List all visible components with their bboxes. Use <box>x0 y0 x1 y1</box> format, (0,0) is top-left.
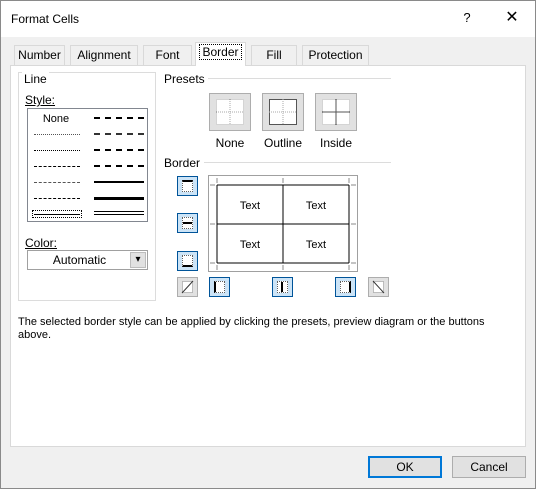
color-dropdown[interactable]: Automatic ▾ <box>27 250 148 270</box>
line-style-medium[interactable] <box>94 181 144 183</box>
style-label: Style: <box>25 93 56 107</box>
line-style-slant-dash-dot[interactable] <box>94 133 144 135</box>
preview-cell-text: Text <box>305 200 327 212</box>
border-left-button[interactable] <box>209 277 230 297</box>
preset-none-icon <box>216 99 244 125</box>
border-diagonal-down-button[interactable] <box>368 277 389 297</box>
border-top-icon <box>182 180 193 192</box>
border-inside-horizontal-icon <box>182 217 193 229</box>
border-inside-vertical-icon <box>277 281 288 293</box>
line-style-dash-dot-dot[interactable] <box>34 166 80 167</box>
line-style-dash-dot[interactable] <box>34 182 80 183</box>
line-style-dashed[interactable] <box>34 198 80 199</box>
preset-none-button[interactable] <box>209 93 251 131</box>
preset-outline-button[interactable] <box>262 93 304 131</box>
preset-inside-icon <box>322 99 350 125</box>
preview-cell-text: Text <box>239 239 261 251</box>
border-bottom-button[interactable] <box>177 251 198 271</box>
preset-inside-button[interactable] <box>315 93 357 131</box>
line-style-thin <box>34 214 80 215</box>
chevron-down-icon[interactable]: ▾ <box>130 252 146 268</box>
border-separator <box>204 162 391 163</box>
line-style-medium-dash-dot[interactable] <box>94 149 144 151</box>
border-right-button[interactable] <box>335 277 356 297</box>
preset-outline-icon <box>269 99 297 125</box>
border-description: The selected border style can be applied… <box>18 316 485 341</box>
line-style-medium-dashed[interactable] <box>94 165 144 167</box>
border-inside-horizontal-button[interactable] <box>177 213 198 233</box>
cancel-button[interactable]: Cancel <box>452 456 526 478</box>
line-style-list[interactable]: None <box>27 108 148 222</box>
line-group-legend: Line <box>22 72 49 86</box>
line-style-dotted[interactable] <box>34 150 80 151</box>
border-preview[interactable]: Text Text Text Text <box>208 175 358 272</box>
diagonal-up-icon <box>181 280 194 294</box>
preview-grid <box>210 178 356 270</box>
border-right-icon <box>340 281 351 293</box>
preset-none-label: None <box>215 136 245 150</box>
preview-cell-text: Text <box>305 239 327 251</box>
preset-inside-label: Inside <box>319 136 353 150</box>
preview-cell-text: Text <box>239 200 261 212</box>
border-left-icon <box>214 281 225 293</box>
border-top-button[interactable] <box>177 176 198 196</box>
line-style-hair[interactable] <box>34 134 80 135</box>
border-diagonal-up-button[interactable] <box>177 277 198 297</box>
ok-button[interactable]: OK <box>368 456 442 478</box>
border-bottom-icon <box>182 255 193 267</box>
line-style-medium-dash-dot-dot[interactable] <box>94 117 144 119</box>
line-style-none[interactable]: None <box>34 112 78 126</box>
line-style-thick[interactable] <box>94 197 144 200</box>
color-label: Color: <box>25 236 58 250</box>
presets-legend: Presets <box>164 72 205 86</box>
presets-separator <box>208 78 391 79</box>
color-dropdown-value: Automatic <box>52 253 107 267</box>
line-style-double[interactable] <box>94 211 144 215</box>
border-inside-vertical-button[interactable] <box>272 277 293 297</box>
border-legend: Border <box>164 156 201 170</box>
preset-outline-label: Outline <box>263 136 303 150</box>
diagonal-down-icon <box>372 280 385 294</box>
